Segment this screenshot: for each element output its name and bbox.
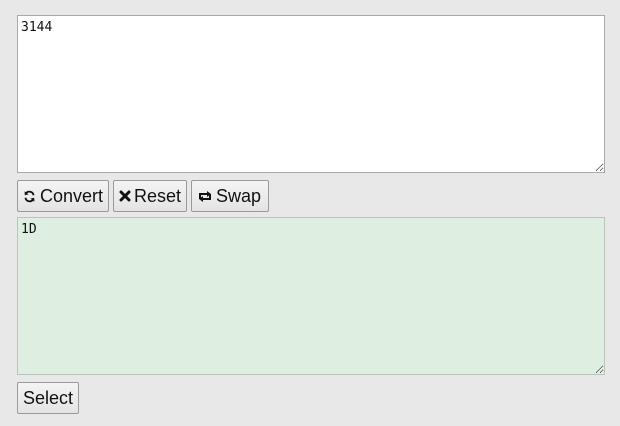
reset-button-label: Reset	[134, 185, 182, 206]
input-textarea[interactable]: 3144	[17, 15, 605, 173]
converter-panel: 3144 Convert Reset Swap 1D Select	[0, 0, 620, 426]
close-icon	[119, 189, 131, 203]
select-button[interactable]: Select	[17, 382, 79, 414]
reset-button[interactable]: Reset	[113, 180, 187, 212]
convert-button-label: Convert	[39, 185, 103, 206]
swap-button[interactable]: Swap	[191, 180, 269, 212]
swap-icon	[197, 189, 213, 203]
swap-button-label: Swap	[216, 185, 262, 206]
refresh-icon	[23, 189, 37, 203]
convert-button[interactable]: Convert	[17, 180, 109, 212]
output-textarea[interactable]: 1D	[17, 217, 605, 375]
